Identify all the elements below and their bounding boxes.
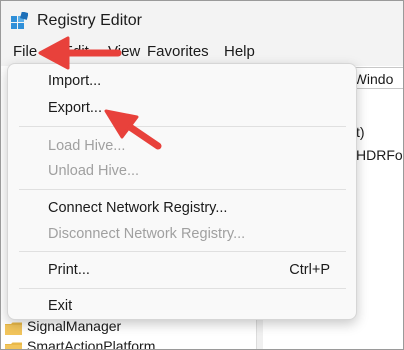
menu-item-connect-network-registry[interactable]: Connect Network Registry...	[8, 194, 356, 222]
menu-separator	[19, 251, 346, 252]
tree-item-label: SmartActionPlatform	[27, 338, 156, 350]
menu-item-label: Connect Network Registry...	[48, 200, 228, 216]
menu-item-load-hive: Load Hive...	[8, 132, 356, 160]
window-title: Registry Editor	[37, 12, 142, 29]
menu-item-label: Load Hive...	[48, 138, 126, 154]
registry-editor-icon	[11, 11, 29, 29]
folder-icon	[5, 340, 22, 349]
tree-item-label: SignalManager	[27, 318, 122, 334]
menu-item-print[interactable]: Print... Ctrl+P	[8, 256, 356, 284]
menu-item-exit[interactable]: Exit	[8, 292, 356, 320]
tree-item[interactable]: SmartActionPlatform	[5, 336, 156, 350]
menu-file[interactable]: File	[11, 42, 39, 62]
menu-item-import[interactable]: Import...	[8, 67, 356, 95]
menu-separator	[19, 288, 346, 289]
title-bar: Registry Editor	[1, 1, 403, 39]
registry-editor-window: Registry Editor File Edit View Favorites…	[0, 0, 404, 350]
menu-item-shortcut: Ctrl+P	[289, 262, 330, 278]
file-menu-dropdown: Import... Export... Load Hive... Unload …	[7, 63, 357, 320]
menu-bar: File Edit View Favorites Help	[1, 39, 403, 66]
menu-view[interactable]: View	[106, 42, 142, 62]
menu-item-export[interactable]: Export...	[8, 94, 356, 122]
menu-help[interactable]: Help	[222, 42, 257, 62]
folder-icon	[5, 320, 22, 335]
menu-edit[interactable]: Edit	[61, 42, 91, 62]
menu-item-label: Import...	[48, 73, 102, 89]
menu-separator	[19, 189, 346, 190]
menu-favorites[interactable]: Favorites	[145, 42, 211, 62]
menu-item-label: Print...	[48, 262, 90, 278]
menu-item-label: Unload Hive...	[48, 163, 140, 179]
menu-item-label: Disconnect Network Registry...	[48, 226, 246, 242]
menu-item-label: Export...	[48, 100, 102, 116]
menu-item-unload-hive: Unload Hive...	[8, 157, 356, 185]
menu-item-label: Exit	[48, 298, 73, 314]
menu-separator	[19, 126, 346, 127]
value-row[interactable]: HDRFor	[356, 146, 403, 164]
menu-item-disconnect-network-registry: Disconnect Network Registry...	[8, 220, 356, 248]
value-row[interactable]: t)	[356, 123, 365, 141]
